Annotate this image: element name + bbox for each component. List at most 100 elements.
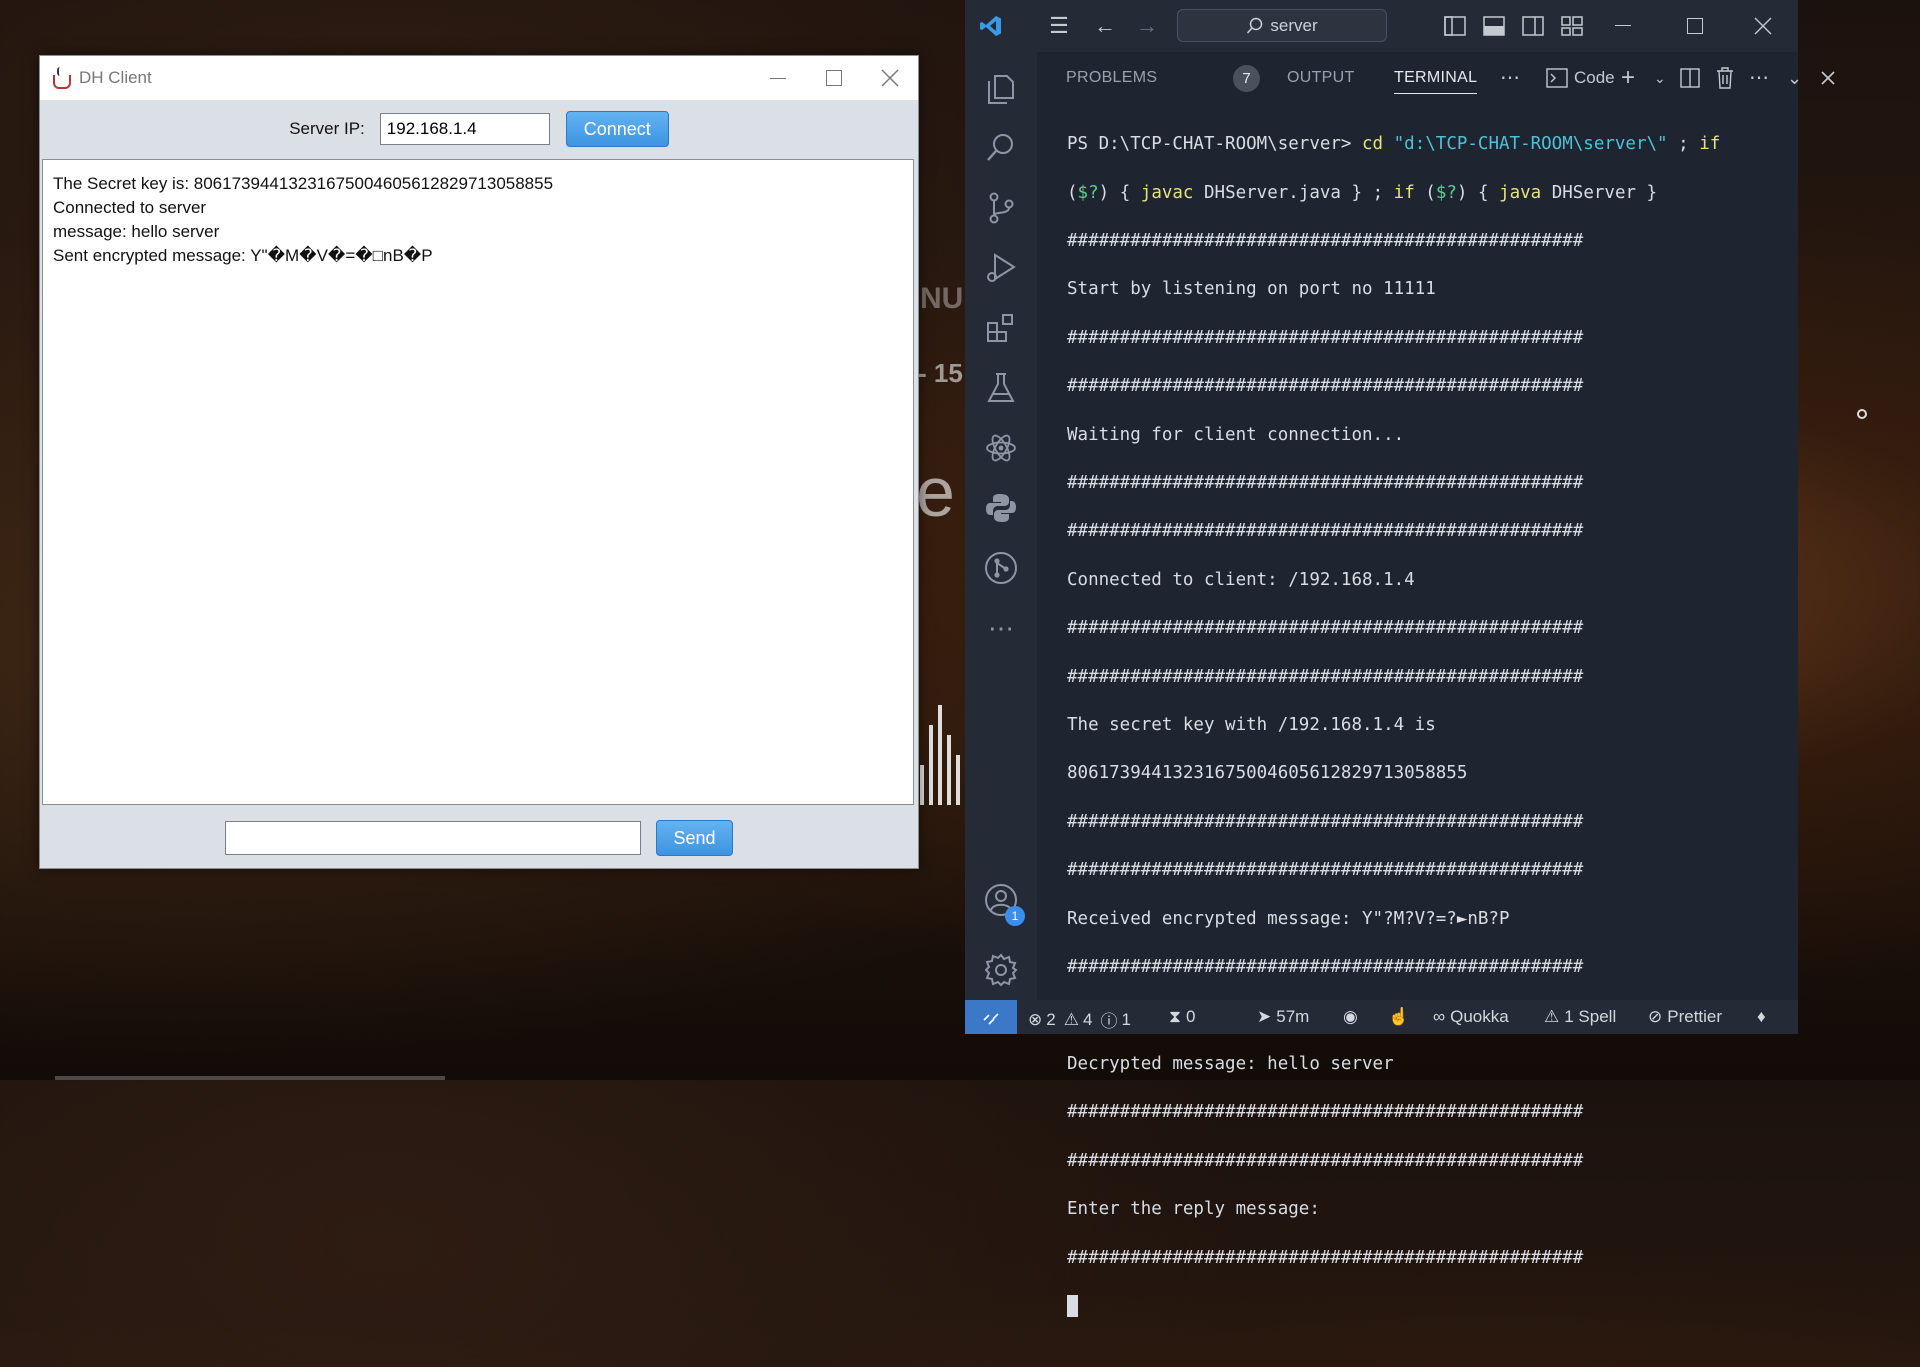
message-bar: Send [40, 813, 918, 863]
log-line: message: hello server [53, 222, 220, 241]
dh-client-window: DH Client Server IP: Connect The Secret … [39, 55, 919, 869]
connection-bar: Server IP: Connect [40, 100, 918, 158]
minimize-button[interactable] [750, 56, 806, 100]
terminal-cursor [1067, 1294, 1078, 1317]
toggle-secondary-sidebar-icon[interactable] [1522, 15, 1544, 37]
terminal-line: ########################################… [1067, 376, 1584, 397]
wallpaper-audio-bars [920, 705, 960, 805]
terminal-icon [1546, 68, 1568, 88]
terminal-profile-label: Code [1574, 68, 1615, 87]
terminal-line: Enter the reply message: [1067, 1199, 1320, 1220]
split-terminal-icon[interactable] [1680, 68, 1700, 88]
log-line: The Secret key is: 806173944132316750046… [53, 174, 554, 193]
terminal-line: ########################################… [1067, 231, 1584, 252]
info-icon: ⓘ [1100, 1012, 1118, 1031]
run-and-debug-icon[interactable] [965, 238, 1037, 298]
problems-count-badge: 7 [1233, 65, 1260, 92]
close-button[interactable] [862, 56, 918, 100]
terminal-command-line: ($?) { javac DHServer.java } ; if ($?) {… [1067, 182, 1658, 203]
wallpaper-dot [1857, 409, 1867, 419]
new-terminal-icon[interactable]: + [1621, 66, 1635, 90]
log-line: Connected to server [53, 198, 207, 217]
maximize-button[interactable] [806, 56, 862, 100]
customize-layout-icon[interactable] [1561, 15, 1583, 37]
link-icon: ∞ [1433, 1007, 1446, 1026]
wallpaper-strip [55, 1076, 445, 1080]
back-arrow-icon[interactable]: ← [1091, 14, 1119, 38]
panel-header: PROBLEMS 7 OUTPUT TERMINAL ⋯ Code + ⌄ ⋯ … [1037, 52, 1835, 104]
server-ip-input[interactable] [379, 113, 550, 145]
quokka-status[interactable]: ∞ Quokka [1433, 1007, 1509, 1027]
terminal-line: ########################################… [1067, 618, 1584, 639]
wakatime-status[interactable]: ➤ 57m [1257, 1007, 1309, 1027]
terminal-line: Received encrypted message: Y"?M?V?=?►nB… [1067, 908, 1510, 929]
prohibited-icon: ⊘ [1648, 1007, 1663, 1026]
menu-icon[interactable]: ☰ [1045, 14, 1073, 38]
activity-bar: ⋯ 1 [965, 52, 1037, 1000]
window-title: DH Client [79, 68, 152, 87]
remote-indicator[interactable] [965, 1000, 1017, 1034]
more-actions-icon[interactable]: ⋯ [1749, 66, 1769, 90]
prettier-status[interactable]: ⊘ Prettier [1648, 1007, 1722, 1027]
wallpaper-text-fragment: NU [920, 282, 964, 315]
maximize-button[interactable] [1687, 18, 1703, 34]
copilot-icon[interactable]: ◉ [1343, 1007, 1358, 1027]
send-button[interactable]: Send [656, 820, 733, 856]
tab-output[interactable]: OUTPUT [1287, 69, 1355, 87]
tab-problems[interactable]: PROBLEMS [1066, 69, 1157, 87]
search-icon[interactable] [965, 118, 1037, 178]
search-icon [1247, 17, 1263, 34]
terminal-output[interactable]: PS D:\TCP-CHAT-ROOM\server> cd "d:\TCP-C… [1067, 108, 1787, 1317]
terminal-line: Decrypted message: hello server [1067, 1053, 1394, 1074]
more-icon[interactable]: ⋯ [965, 598, 1037, 658]
message-input[interactable] [225, 821, 641, 855]
command-center-search[interactable]: server [1177, 9, 1387, 42]
java-coffee-icon [51, 67, 73, 89]
close-icon[interactable] [1754, 17, 1772, 35]
log-line: Sent encrypted message: Y"�M�V�=�□nB�P [53, 246, 433, 265]
source-control-icon[interactable] [965, 178, 1037, 238]
explorer-icon[interactable] [965, 58, 1037, 118]
vscode-window: ☰ ← → server ⋯ 1 PROBLEMS 7 OUTPUT TERMI… [965, 0, 1835, 1317]
python-icon[interactable] [965, 478, 1037, 538]
accounts-badge: 1 [1005, 906, 1025, 926]
ports-status[interactable]: ⧗ 0 [1169, 1007, 1195, 1027]
forward-arrow-icon[interactable]: → [1133, 14, 1161, 38]
testing-flask-icon[interactable] [965, 358, 1037, 418]
toggle-primary-sidebar-icon[interactable] [1444, 15, 1466, 37]
terminal-profile[interactable]: Code [1546, 66, 1615, 90]
maximize-icon [826, 70, 842, 86]
thumbs-up-icon[interactable]: ☝ [1388, 1007, 1409, 1027]
terminal-line: Start by listening on port no 11111 [1067, 279, 1436, 300]
terminal-line: The secret key with /192.168.1.4 is [1067, 715, 1436, 736]
toggle-panel-icon[interactable] [1483, 15, 1505, 37]
gear-icon[interactable] [965, 940, 1037, 1000]
vscode-titlebar[interactable]: ☰ ← → server [965, 0, 1798, 52]
extensions-icon[interactable] [965, 298, 1037, 358]
vscode-logo-icon [980, 16, 1001, 36]
chevron-down-icon[interactable]: ⌄ [1787, 66, 1802, 90]
terminal-line: ########################################… [1067, 327, 1584, 348]
trash-icon[interactable] [1715, 67, 1735, 89]
minimize-button[interactable] [1615, 25, 1631, 26]
terminal-line: Waiting for client connection... [1067, 424, 1405, 445]
close-panel-icon[interactable] [1821, 71, 1835, 85]
rocket-icon: ➤ [1257, 1007, 1272, 1026]
tab-terminal[interactable]: TERMINAL [1394, 69, 1478, 94]
chevron-down-icon[interactable]: ⌄ [1654, 66, 1666, 90]
more-tabs-icon[interactable]: ⋯ [1500, 66, 1520, 90]
accounts-icon[interactable]: 1 [965, 870, 1037, 930]
problems-status[interactable]: ⊗ 2 ⚠ 4 ⓘ 1 [1028, 1007, 1131, 1032]
spell-status[interactable]: ⚠ 1 Spell [1544, 1007, 1616, 1027]
terminal-line: ########################################… [1067, 521, 1584, 542]
react-atom-icon[interactable] [965, 418, 1037, 478]
terminal-line: Connected to client: /192.168.1.4 [1067, 569, 1415, 590]
terminal-command-line: PS D:\TCP-CHAT-ROOM\server> cd "d:\TCP-C… [1067, 134, 1721, 155]
bell-icon[interactable]: ♦ [1757, 1007, 1766, 1027]
git-graph-icon[interactable] [965, 538, 1037, 598]
connect-button[interactable]: Connect [565, 111, 669, 147]
wallpaper-text-fragment: - 15 [918, 358, 963, 388]
message-log[interactable]: The Secret key is: 806173944132316750046… [42, 159, 914, 805]
search-text: server [1270, 15, 1318, 35]
dh-client-titlebar[interactable]: DH Client [40, 56, 918, 100]
